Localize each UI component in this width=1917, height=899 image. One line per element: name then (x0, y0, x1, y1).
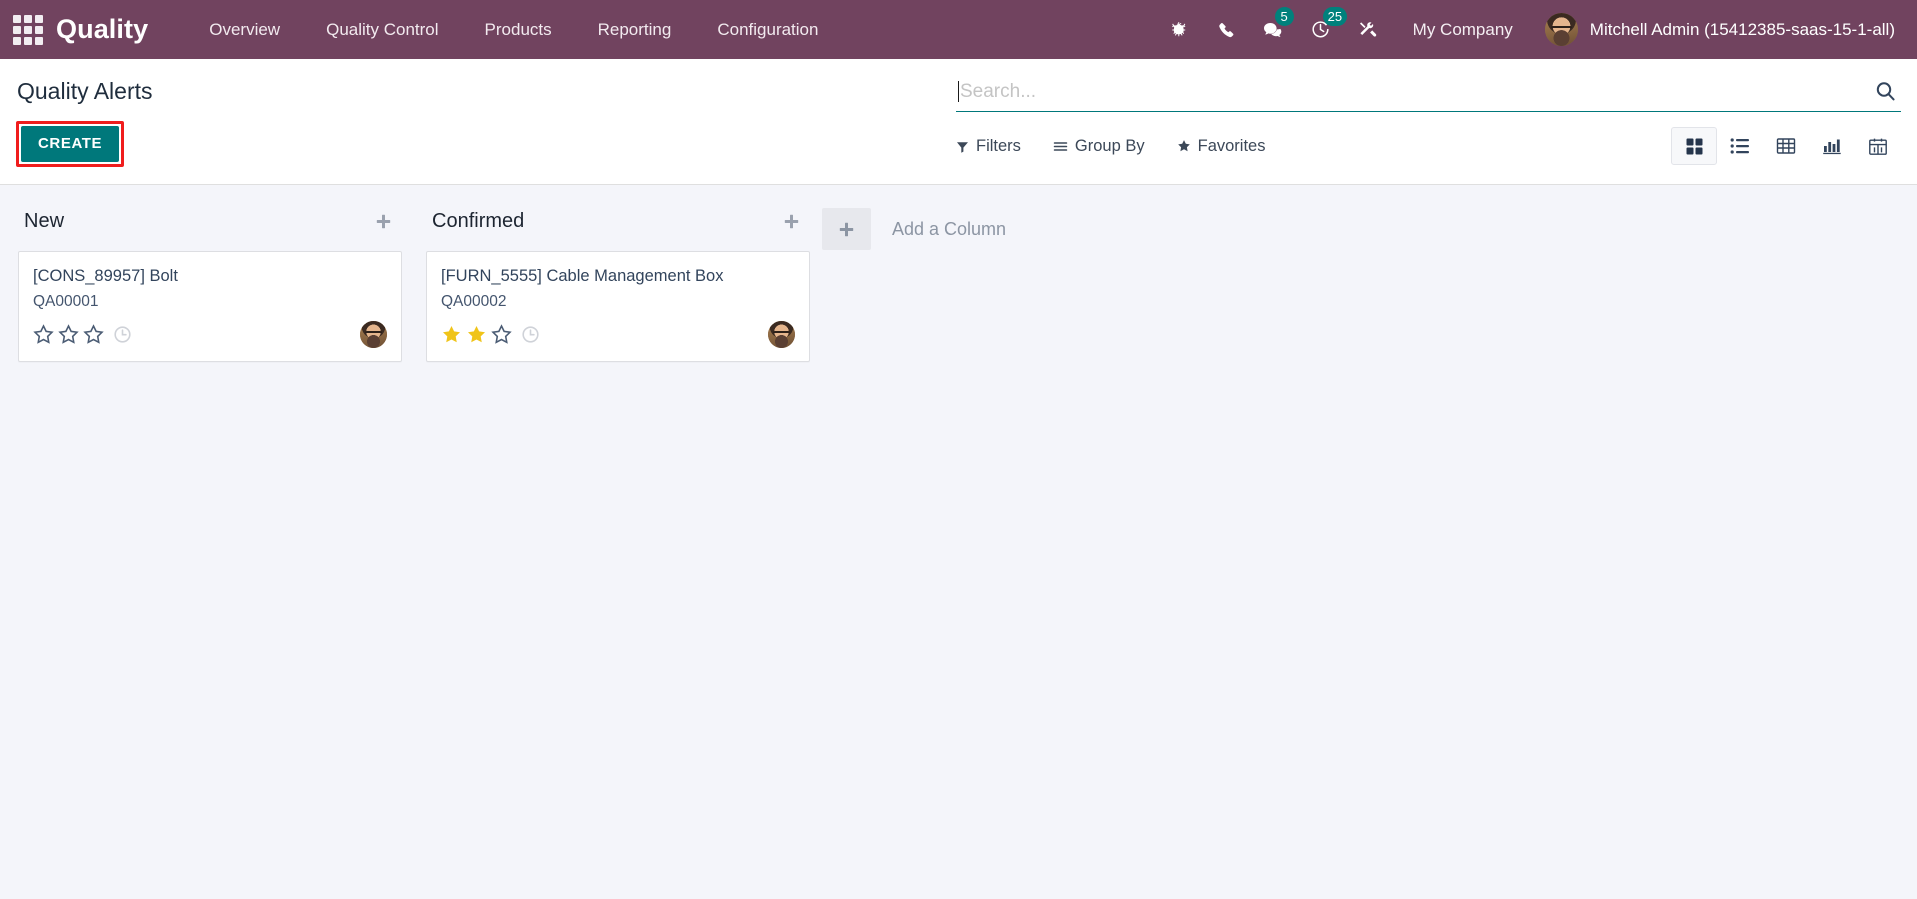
control-panel: Quality Alerts CREATE Search... Filters … (0, 59, 1917, 185)
kanban-column-title: Confirmed (432, 209, 525, 232)
user-name-label: Mitchell Admin (15412385-saas-15-1-all) (1589, 19, 1895, 39)
star-icon (33, 323, 54, 344)
add-column-section: Add a Column (822, 199, 1006, 250)
filters-row: Filters Group By Favorites (956, 112, 1901, 165)
menu-item-configuration[interactable]: Configuration (694, 0, 841, 59)
search-caret (958, 81, 959, 102)
list-lines-icon (1053, 140, 1068, 153)
view-button-calendar[interactable] (1855, 127, 1901, 165)
menu-item-products[interactable]: Products (462, 0, 575, 59)
kanban-column-new: New [CONS_89957] Bolt QA00001 (6, 199, 414, 362)
star-icon (442, 325, 461, 342)
clock-icon[interactable] (113, 325, 132, 344)
view-switcher (1671, 127, 1901, 165)
avatar[interactable] (768, 320, 795, 348)
group-by-dropdown[interactable]: Group By (1053, 137, 1145, 156)
star-icon (58, 323, 79, 344)
avatar[interactable] (360, 320, 387, 348)
kanban-card[interactable]: [FURN_5555] Cable Management Box QA00002 (426, 251, 810, 362)
phone-icon[interactable] (1203, 0, 1249, 59)
clock-icon[interactable] (521, 325, 540, 344)
search-bar[interactable]: Search... (956, 79, 1901, 112)
kanban-column-header: Confirmed (426, 199, 810, 243)
kanban-columns: New [CONS_89957] Bolt QA00001 Confirmed … (0, 199, 1917, 362)
plus-icon[interactable] (779, 209, 804, 234)
page-title: Quality Alerts (17, 78, 153, 104)
star-icon (491, 323, 512, 344)
avatar (1544, 13, 1578, 46)
main-menu: Overview Quality Control Products Report… (186, 0, 841, 59)
app-brand-title[interactable]: Quality (56, 14, 148, 45)
top-navbar: Quality Overview Quality Control Product… (0, 0, 1917, 59)
plus-icon[interactable] (371, 209, 396, 234)
card-reference: QA00002 (441, 293, 507, 310)
menu-item-overview[interactable]: Overview (186, 0, 303, 59)
kanban-column-title: New (24, 209, 65, 232)
apps-grid-icon[interactable] (10, 12, 46, 48)
card-title: [FURN_5555] Cable Management Box (441, 267, 724, 285)
messages-icon[interactable]: 5 (1249, 0, 1297, 59)
card-title: [CONS_89957] Bolt (33, 267, 178, 285)
tools-icon[interactable] (1344, 0, 1391, 59)
navbar-right-section: 5 25 My Company Mitchell Admin (15412385… (1157, 0, 1903, 59)
kanban-view: New [CONS_89957] Bolt QA00001 Confirmed … (0, 185, 1917, 899)
menu-item-reporting[interactable]: Reporting (575, 0, 695, 59)
favorites-dropdown[interactable]: Favorites (1177, 136, 1266, 156)
menu-item-quality-control[interactable]: Quality Control (303, 0, 461, 59)
star-icon (83, 323, 104, 344)
view-button-list[interactable] (1717, 127, 1763, 165)
create-button[interactable]: CREATE (21, 126, 120, 162)
search-icon[interactable] (1872, 80, 1899, 103)
star-icon (1177, 139, 1191, 153)
card-footer (441, 319, 795, 349)
favorites-label: Favorites (1197, 136, 1266, 155)
group-by-label: Group By (1074, 136, 1145, 155)
activity-clock-icon[interactable]: 25 (1297, 0, 1348, 59)
filters-label: Filters (976, 136, 1021, 155)
priority-stars[interactable] (33, 323, 104, 345)
view-button-graph[interactable] (1809, 127, 1855, 165)
kanban-column-confirmed: Confirmed [FURN_5555] Cable Management B… (414, 199, 822, 362)
view-button-kanban[interactable] (1671, 127, 1717, 165)
messages-badge: 5 (1274, 7, 1294, 26)
control-panel-left: Quality Alerts CREATE (16, 77, 956, 167)
priority-stars[interactable] (441, 323, 512, 345)
search-input[interactable]: Search... (960, 81, 1872, 103)
card-footer (33, 319, 387, 349)
add-column-button[interactable] (822, 208, 871, 250)
kanban-card[interactable]: [CONS_89957] Bolt QA00001 (18, 251, 402, 362)
kanban-column-header: New (18, 199, 402, 243)
view-button-pivot[interactable] (1763, 127, 1809, 165)
add-column-label[interactable]: Add a Column (892, 208, 1006, 250)
control-panel-right: Search... Filters Group By Favorites (956, 77, 1901, 165)
company-switcher[interactable]: My Company (1391, 20, 1531, 40)
bug-icon[interactable] (1157, 0, 1203, 59)
user-menu[interactable]: Mitchell Admin (15412385-saas-15-1-all) (1531, 13, 1903, 46)
create-button-highlight: CREATE (16, 121, 125, 167)
card-reference: QA00001 (33, 293, 99, 310)
star-icon (467, 325, 486, 342)
funnel-icon (956, 140, 969, 153)
filters-dropdown[interactable]: Filters (956, 137, 1021, 156)
